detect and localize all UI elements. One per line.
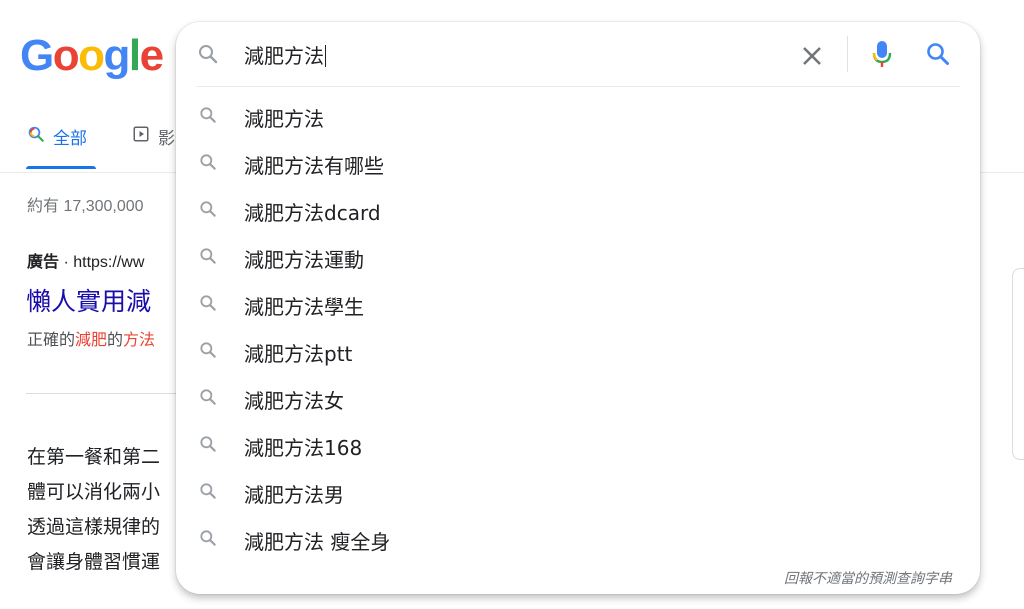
report-predictions-link[interactable]: 回報不適當的預測查詢字串 [784, 568, 952, 588]
suggestion-item[interactable]: 減肥方法女 [176, 374, 980, 421]
suggestion-text: 減肥方法168 [244, 436, 363, 460]
clear-search-button[interactable] [798, 42, 826, 70]
search-autocomplete-box: 減肥方法 減肥方法 減肥方法有哪些 減肥方法dcard 減肥方法運動 減肥方法學… [176, 22, 980, 594]
tab-all[interactable]: 全部 [27, 124, 87, 149]
suggestion-text: 減肥方法有哪些 [244, 154, 384, 178]
result-divider [26, 393, 186, 394]
mic-icon [868, 41, 896, 74]
suggestion-item[interactable]: 減肥方法男 [176, 468, 980, 515]
suggestion-text: 減肥方法學生 [244, 295, 364, 319]
result-snippet: 在第一餐和第二 體可以消化兩小 透過這樣規律的 會讓身體習慣運 [27, 440, 160, 580]
search-icon [198, 246, 218, 271]
suggestion-text: 減肥方法ptt [244, 342, 353, 366]
active-tab-indicator [26, 166, 96, 169]
snippet-line: 在第一餐和第二 [27, 447, 161, 468]
side-panel-edge [1012, 268, 1024, 460]
search-submit-button[interactable] [924, 40, 952, 68]
search-results-page: Google 全部 影 約有 17,300,000 廣告 · https://w… [0, 0, 1024, 609]
ad-title-link[interactable]: 懶人實用減 [26, 282, 151, 318]
search-icon [198, 340, 218, 365]
ad-header: 廣告 · https://ww [27, 248, 144, 272]
suggestion-text: 減肥方法dcard [244, 201, 381, 225]
ad-description: 正確的減肥的方法 [27, 326, 155, 350]
suggestion-item[interactable]: 減肥方法運動 [176, 233, 980, 280]
search-icon [198, 105, 218, 130]
ad-separator: · [59, 254, 74, 271]
suggestion-item[interactable]: 減肥方法 瘦全身 [176, 515, 980, 562]
search-input[interactable]: 減肥方法 [244, 40, 764, 68]
ad-badge: 廣告 [27, 254, 60, 271]
search-icon [924, 43, 952, 72]
suggestion-text: 減肥方法女 [244, 389, 344, 413]
search-icon [198, 387, 218, 412]
ad-desc-highlight: 方法 [123, 332, 156, 349]
ad-desc-text: 的 [107, 332, 124, 349]
search-icon [198, 528, 218, 553]
dropdown-divider [196, 86, 960, 87]
search-bar: 減肥方法 [176, 22, 980, 86]
logo-letter: l [128, 31, 141, 80]
search-icon [198, 199, 218, 224]
logo-letter: o [78, 31, 105, 80]
snippet-line: 透過這樣規律的 [27, 517, 161, 538]
search-icon [196, 42, 220, 71]
tab-videos[interactable]: 影 [132, 124, 175, 149]
search-query-text: 減肥方法 [244, 44, 324, 68]
suggestion-item[interactable]: 減肥方法 [176, 92, 980, 139]
logo-letter: e [139, 31, 164, 80]
close-icon [798, 47, 826, 74]
search-icon [198, 481, 218, 506]
suggestion-text: 減肥方法運動 [244, 248, 364, 272]
ad-url[interactable]: https://ww [73, 254, 144, 271]
search-icon [198, 434, 218, 459]
suggestion-item[interactable]: 減肥方法dcard [176, 186, 980, 233]
suggestion-text: 減肥方法 [244, 107, 324, 131]
ad-desc-highlight: 減肥 [75, 332, 108, 349]
suggestion-text: 減肥方法 瘦全身 [244, 530, 391, 554]
suggestion-item[interactable]: 減肥方法ptt [176, 327, 980, 374]
search-icon [27, 125, 45, 148]
logo-letter: G [20, 31, 54, 80]
suggestion-item[interactable]: 減肥方法學生 [176, 280, 980, 327]
text-caret [325, 45, 326, 67]
search-icon [198, 293, 218, 318]
logo-letter: o [52, 31, 80, 80]
suggestion-item[interactable]: 減肥方法有哪些 [176, 139, 980, 186]
play-icon [132, 125, 150, 148]
voice-search-button[interactable] [868, 38, 896, 70]
snippet-line: 會讓身體習慣運 [27, 552, 161, 573]
suggestion-item[interactable]: 減肥方法168 [176, 421, 980, 468]
search-icon [198, 152, 218, 177]
ad-desc-text: 正確的 [27, 332, 76, 349]
google-logo[interactable]: Google [20, 28, 164, 84]
tab-label: 全部 [53, 129, 87, 148]
logo-letter: g [103, 31, 131, 80]
snippet-line: 體可以消化兩小 [27, 482, 161, 503]
suggestion-text: 減肥方法男 [244, 483, 344, 507]
search-bar-separator [847, 36, 848, 72]
result-stats: 約有 17,300,000 [27, 198, 144, 215]
tab-label: 影 [158, 129, 175, 148]
suggestion-list: 減肥方法 減肥方法有哪些 減肥方法dcard 減肥方法運動 減肥方法學生 減肥方… [176, 92, 980, 562]
